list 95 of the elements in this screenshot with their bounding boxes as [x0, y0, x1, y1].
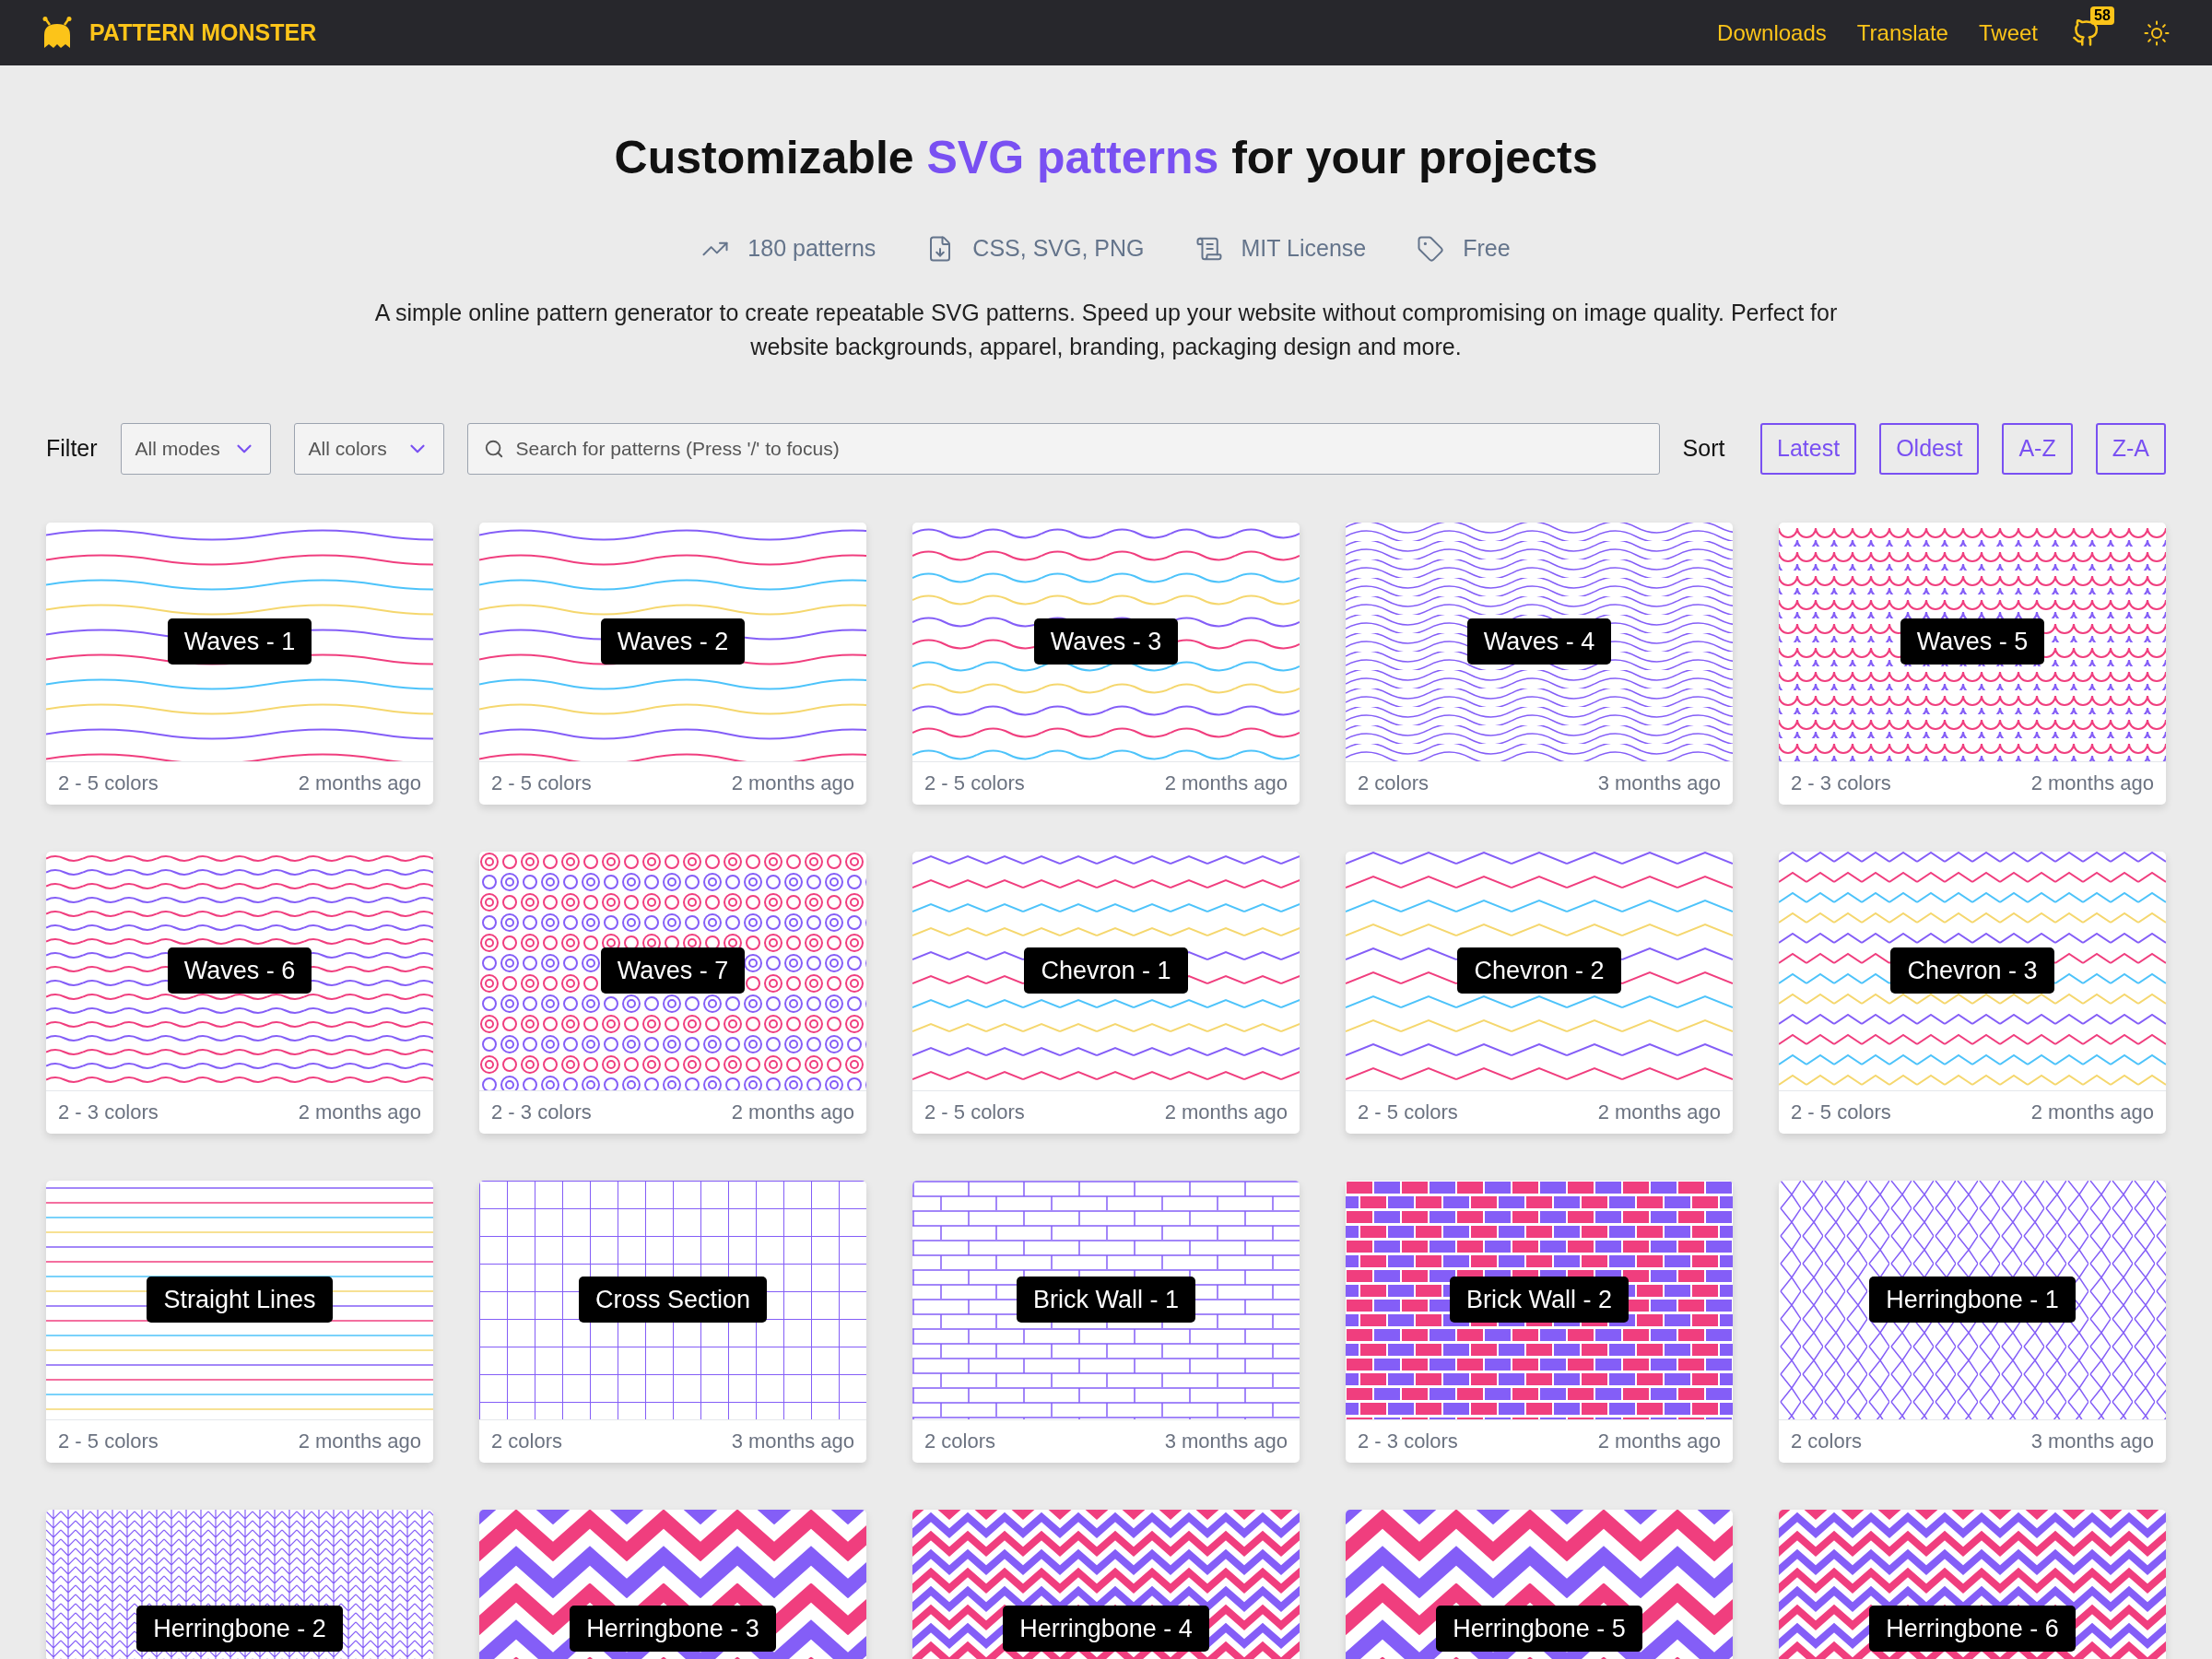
- color-count: 2 - 5 colors: [1358, 1100, 1458, 1125]
- pattern-name: Chevron - 3: [1890, 947, 2054, 994]
- pattern-card[interactable]: Waves - 3 2 - 5 colors 2 months ago: [912, 522, 1300, 805]
- pattern-name: Cross Section: [578, 1277, 768, 1323]
- page-title: Customizable SVG patterns for your projects: [613, 131, 1599, 185]
- color-count: 2 - 5 colors: [58, 771, 159, 796]
- sort-label: Sort: [1682, 433, 1725, 463]
- star-count-badge: 58: [2090, 6, 2114, 25]
- pattern-card[interactable]: Waves - 6 2 - 3 colors 2 months ago: [46, 851, 433, 1134]
- pattern-card[interactable]: Cross Section 2 colors 3 months ago: [479, 1180, 866, 1463]
- sort-button[interactable]: Latest: [1760, 422, 1857, 475]
- pattern-card[interactable]: Waves - 2 2 - 5 colors 2 months ago: [479, 522, 866, 805]
- updated-time: 2 months ago: [298, 1429, 421, 1454]
- pattern-name: Chevron - 1: [1024, 947, 1188, 994]
- pattern-card[interactable]: Herringbone - 4: [912, 1509, 1300, 1659]
- pattern-name: Chevron - 2: [1457, 947, 1621, 994]
- updated-time: 2 months ago: [1597, 1100, 1721, 1125]
- stat-label: 180 patterns: [747, 234, 877, 263]
- pattern-name: Straight Lines: [147, 1277, 333, 1323]
- filter-label: Filter: [46, 433, 98, 463]
- pattern-name: Herringbone - 2: [136, 1606, 343, 1652]
- pattern-name: Herringbone - 4: [1003, 1606, 1209, 1652]
- pattern-name: Herringbone - 6: [1869, 1606, 2076, 1652]
- mode-dropdown[interactable]: All modes: [120, 422, 271, 475]
- updated-time: 2 months ago: [1597, 1429, 1721, 1454]
- pattern-card[interactable]: Herringbone - 5: [1346, 1509, 1733, 1659]
- pattern-card[interactable]: Brick Wall - 1 2 colors 3 months ago: [912, 1180, 1300, 1463]
- github-icon[interactable]: [2072, 18, 2100, 47]
- pattern-name: Herringbone - 5: [1436, 1606, 1642, 1652]
- sort-button[interactable]: Oldest: [1879, 422, 1980, 475]
- color-count: 2 - 5 colors: [924, 1100, 1025, 1125]
- nav-link[interactable]: Tweet: [1978, 16, 2038, 50]
- stat-label: MIT License: [1241, 234, 1367, 263]
- color-count: 2 colors: [491, 1429, 563, 1454]
- color-count: 2 - 5 colors: [1791, 1100, 1891, 1125]
- color-count: 2 colors: [1358, 771, 1430, 796]
- pattern-card[interactable]: Waves - 4 2 colors 3 months ago: [1346, 522, 1733, 805]
- pattern-name: Waves - 3: [1033, 618, 1179, 665]
- color-count: 2 - 5 colors: [491, 771, 592, 796]
- search-field[interactable]: Search for patterns (Press '/' to focus): [466, 422, 1660, 475]
- pattern-card[interactable]: Chevron - 2 2 - 5 colors 2 months ago: [1346, 851, 1733, 1134]
- updated-time: 2 months ago: [731, 1100, 854, 1125]
- updated-time: 2 months ago: [1164, 771, 1288, 796]
- color-count: 2 - 3 colors: [58, 1100, 159, 1125]
- updated-time: 2 months ago: [1164, 1100, 1288, 1125]
- color-count: 2 - 3 colors: [1358, 1429, 1458, 1454]
- updated-time: 3 months ago: [1164, 1429, 1288, 1454]
- updated-time: 2 months ago: [2030, 1100, 2154, 1125]
- tag-icon: [1417, 234, 1445, 263]
- pattern-card[interactable]: Herringbone - 2: [46, 1509, 433, 1659]
- updated-time: 2 months ago: [298, 771, 421, 796]
- pattern-card[interactable]: Herringbone - 1 2 colors 3 months ago: [1779, 1180, 2166, 1463]
- color-count: 2 - 3 colors: [1791, 771, 1891, 796]
- nav-link[interactable]: Downloads: [1717, 16, 1827, 50]
- search-icon: [483, 438, 504, 459]
- color-count: 2 - 5 colors: [924, 771, 1025, 796]
- updated-time: 2 months ago: [2030, 771, 2154, 796]
- pattern-card[interactable]: Waves - 1 2 - 5 colors 2 months ago: [46, 522, 433, 805]
- pattern-card[interactable]: Herringbone - 3: [479, 1509, 866, 1659]
- color-count: 2 colors: [1791, 1429, 1863, 1454]
- description: A simple online pattern generator to create repeatable SVG patterns. Speed up your website without compromising on image quality. Perfect for website backgrounds, apparel, branding, packaging design and more.: [373, 298, 1839, 361]
- color-count: 2 colors: [924, 1429, 996, 1454]
- sort-button[interactable]: Z-A: [2095, 422, 2166, 475]
- updated-time: 3 months ago: [731, 1429, 854, 1454]
- updated-time: 3 months ago: [2030, 1429, 2154, 1454]
- color-count: 2 - 5 colors: [58, 1429, 159, 1454]
- theme-toggle-icon[interactable]: [2143, 18, 2171, 47]
- pattern-card[interactable]: Waves - 5 2 - 3 colors 2 months ago: [1779, 522, 2166, 805]
- updated-time: 2 months ago: [298, 1100, 421, 1125]
- pattern-name: Brick Wall - 2: [1450, 1277, 1629, 1323]
- pattern-card[interactable]: Straight Lines 2 - 5 colors 2 months ago: [46, 1180, 433, 1463]
- pattern-name: Waves - 5: [1900, 618, 2045, 665]
- pattern-card[interactable]: Herringbone - 6: [1779, 1509, 2166, 1659]
- pattern-name: Waves - 1: [167, 618, 312, 665]
- pattern-card[interactable]: Waves - 7 2 - 3 colors 2 months ago: [479, 851, 866, 1134]
- pattern-name: Herringbone - 1: [1869, 1277, 2076, 1323]
- pattern-card[interactable]: Brick Wall - 2 2 - 3 colors 2 months ago: [1346, 1180, 1733, 1463]
- updated-time: 2 months ago: [731, 771, 854, 796]
- nav-link[interactable]: Translate: [1856, 16, 1948, 50]
- pattern-name: Waves - 4: [1466, 618, 1612, 665]
- pattern-name: Waves - 6: [167, 947, 312, 994]
- sort-button[interactable]: A-Z: [2002, 422, 2073, 475]
- color-dropdown[interactable]: All colors: [293, 422, 444, 475]
- stat-label: CSS, SVG, PNG: [972, 234, 1145, 263]
- pattern-card[interactable]: Chevron - 3 2 - 5 colors 2 months ago: [1779, 851, 2166, 1134]
- stat-label: Free: [1463, 234, 1511, 263]
- pattern-name: Waves - 7: [600, 947, 746, 994]
- brand-name: PATTERN MONSTER: [89, 18, 317, 47]
- updated-time: 3 months ago: [1597, 771, 1721, 796]
- color-count: 2 - 3 colors: [491, 1100, 592, 1125]
- pattern-name: Waves - 2: [600, 618, 746, 665]
- logo-icon: [41, 16, 73, 50]
- pattern-card[interactable]: Chevron - 1 2 - 5 colors 2 months ago: [912, 851, 1300, 1134]
- pattern-name: Herringbone - 3: [570, 1606, 776, 1652]
- pattern-name: Brick Wall - 1: [1017, 1277, 1195, 1323]
